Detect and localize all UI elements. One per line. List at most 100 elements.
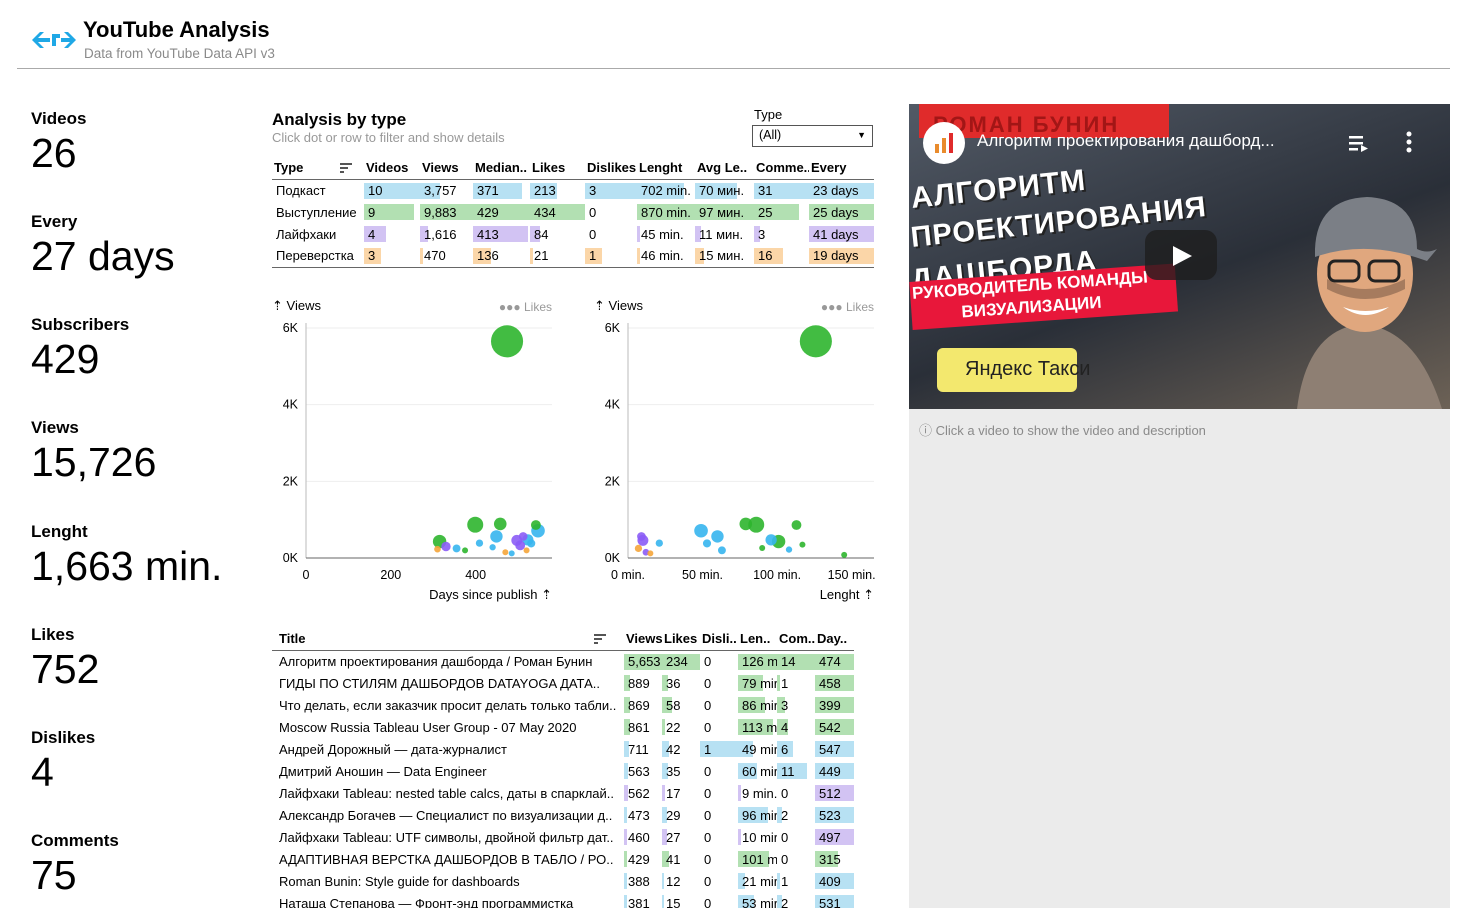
video-table-row[interactable]: Roman Bunin: Style guide for dashboards 3… bbox=[272, 870, 854, 892]
cell-value: 1 bbox=[781, 675, 789, 691]
channel-avatar[interactable] bbox=[923, 122, 965, 164]
data-point[interactable] bbox=[452, 544, 461, 553]
data-point[interactable] bbox=[841, 551, 848, 558]
video-table-header-cell[interactable]: Views bbox=[624, 628, 662, 650]
type-table-header-cell[interactable]: Avg Le.. bbox=[695, 157, 754, 179]
type-table-row[interactable]: Выступление 9 9,883 429 434 0 870 min. 97 мин. 2… bbox=[272, 201, 874, 223]
type-table-header-cell[interactable]: Type bbox=[272, 157, 364, 179]
type-table-cell: 470 bbox=[420, 245, 473, 267]
data-point[interactable] bbox=[637, 532, 646, 541]
type-table-header-cell[interactable]: Median.. bbox=[473, 157, 530, 179]
video-table-row[interactable]: Александр Богачев — Специалист по визуал… bbox=[272, 804, 854, 826]
video-table-row[interactable]: Moscow Russia Tableau User Group - 07 Ma… bbox=[272, 716, 854, 738]
more-options-icon[interactable] bbox=[1406, 131, 1412, 153]
video-table-row[interactable]: Что делать, если заказчик просит делать … bbox=[272, 694, 854, 716]
data-point[interactable] bbox=[655, 539, 663, 547]
video-table-row[interactable]: Лайфхаки Tableau: nested table calcs, да… bbox=[272, 782, 854, 804]
video-table-header-cell[interactable]: Disli.. bbox=[700, 628, 738, 650]
data-point[interactable] bbox=[647, 550, 654, 557]
kpi-comments: Comments 75 bbox=[31, 832, 261, 899]
type-table-cell: 213 bbox=[530, 179, 585, 201]
video-table-header-cell[interactable]: Title bbox=[272, 628, 624, 650]
data-point[interactable] bbox=[508, 550, 515, 557]
video-table-cell: 512 bbox=[815, 782, 854, 804]
data-point[interactable] bbox=[694, 523, 708, 538]
data-point[interactable] bbox=[711, 530, 724, 543]
data-point[interactable] bbox=[467, 516, 484, 533]
video-table-row[interactable]: ГИДЫ ПО СТИЛЯМ ДАШБОРДОВ DATAYOGA ДАТА..… bbox=[272, 672, 854, 694]
data-point[interactable] bbox=[490, 530, 503, 543]
sort-icon[interactable] bbox=[594, 634, 606, 644]
sort-icon[interactable] bbox=[340, 163, 352, 173]
cell-value: 9 bbox=[368, 204, 376, 220]
data-point[interactable] bbox=[493, 517, 507, 531]
video-table-row[interactable]: Алгоритм проектирования дашборда / Роман… bbox=[272, 650, 854, 672]
data-point[interactable] bbox=[462, 547, 469, 554]
video-table-header-cell[interactable]: Day.. bbox=[815, 628, 854, 650]
data-point[interactable] bbox=[791, 520, 802, 530]
type-table-row[interactable]: Лайфхаки 4 1,616 413 84 0 45 min. 11 мин. 3 41 da… bbox=[272, 223, 874, 245]
info-icon: ⓘ bbox=[919, 423, 933, 438]
data-point[interactable] bbox=[759, 545, 766, 552]
video-table-row[interactable]: Андрей Дорожный — дата-журналист 711 42 1 49… bbox=[272, 738, 854, 760]
video-title-text: Moscow Russia Tableau User Group - 07 Ma… bbox=[279, 719, 577, 735]
type-table-header-cell[interactable]: Comme.. bbox=[754, 157, 809, 179]
data-point[interactable] bbox=[717, 546, 726, 555]
data-point[interactable] bbox=[490, 325, 524, 358]
video-table-row[interactable]: Лайфхаки Tableau: UTF символы, двойной ф… bbox=[272, 826, 854, 848]
data-point[interactable] bbox=[523, 547, 530, 554]
data-point[interactable] bbox=[489, 544, 496, 551]
kpi-value: 75 bbox=[31, 852, 77, 898]
data-point[interactable] bbox=[527, 539, 536, 548]
type-table-header-cell[interactable]: Lenght bbox=[637, 157, 695, 179]
type-filter-dropdown[interactable]: (All) ▼ bbox=[752, 125, 873, 147]
type-table-header-cell[interactable]: Videos bbox=[364, 157, 420, 179]
type-table-row[interactable]: Переверстка 3 470 136 21 1 46 min. 15 мин. 16 19 … bbox=[272, 245, 874, 267]
type-table-header-cell[interactable]: Likes bbox=[530, 157, 585, 179]
video-table-header-cell[interactable]: Likes bbox=[662, 628, 700, 650]
video-table-row[interactable]: Наташа Степанова — Фронт-энд программист… bbox=[272, 892, 854, 908]
video-title[interactable]: Алгоритм проектирования дашборд... bbox=[977, 131, 1275, 151]
video-table-row[interactable]: Дмитрий Аношин — Data Engineer 563 35 0 60 m… bbox=[272, 760, 854, 782]
cell-value: 3 bbox=[781, 697, 789, 713]
data-point[interactable] bbox=[765, 534, 777, 546]
data-point[interactable] bbox=[799, 541, 806, 548]
data-point[interactable] bbox=[634, 544, 643, 553]
data-point[interactable] bbox=[502, 549, 509, 556]
type-table-cell: 4 bbox=[364, 223, 420, 245]
data-point[interactable] bbox=[518, 532, 528, 541]
video-table-header-cell[interactable]: Len.. bbox=[738, 628, 777, 650]
scatter-views-vs-length: ⇡ Views ●●● Likes 0K 2K 4K 6K 0 min. 50 min. 1… bbox=[592, 295, 882, 610]
data-point[interactable] bbox=[434, 545, 441, 553]
kpi-label: Every bbox=[31, 212, 78, 231]
video-table-header-cell[interactable]: Com.. bbox=[777, 628, 815, 650]
data-point[interactable] bbox=[785, 546, 793, 553]
data-point[interactable] bbox=[799, 325, 832, 358]
data-point[interactable] bbox=[475, 539, 484, 547]
play-button[interactable] bbox=[1145, 230, 1217, 280]
data-point[interactable] bbox=[515, 540, 526, 551]
playlist-icon[interactable] bbox=[1349, 134, 1369, 152]
video-table-row[interactable]: АДАПТИВНАЯ ВЕРСТКА ДАШБОРДОВ В ТАБЛО / Р… bbox=[272, 848, 854, 870]
type-name: Переверстка bbox=[276, 248, 354, 264]
x-tick-label: 200 bbox=[380, 568, 401, 582]
type-table-cell: 19 days bbox=[809, 245, 874, 267]
type-table-header-cell[interactable]: Dislikes bbox=[585, 157, 637, 179]
video-table-cell: 1 bbox=[700, 738, 738, 760]
video-table-cell: 0 bbox=[777, 782, 815, 804]
type-table-header-cell[interactable]: Views bbox=[420, 157, 473, 179]
type-table-cell: 45 min. bbox=[637, 223, 695, 245]
cell-value: 0 bbox=[704, 851, 712, 867]
video-title-text: Лайфхаки Tableau: UTF символы, двойной ф… bbox=[279, 829, 614, 845]
type-table-row[interactable]: Подкаст 10 3,757 371 213 3 702 min. 70 мин. 31 23… bbox=[272, 179, 874, 201]
video-table-cell: 0 bbox=[700, 870, 738, 892]
video-table-cell: 460 bbox=[624, 826, 662, 848]
cell-value: 97 мин. bbox=[699, 204, 745, 220]
cell-value: 512 bbox=[819, 785, 841, 801]
type-table-header-cell[interactable]: Every bbox=[809, 157, 874, 179]
data-point[interactable] bbox=[441, 541, 451, 552]
data-point[interactable] bbox=[739, 517, 753, 531]
data-point[interactable] bbox=[702, 539, 712, 548]
video-player[interactable]: РОМАН БУНИН АЛГОРИТМ ПРОЕКТИРОВАНИЯ ДАШБ… bbox=[909, 104, 1450, 409]
data-point[interactable] bbox=[530, 520, 541, 530]
